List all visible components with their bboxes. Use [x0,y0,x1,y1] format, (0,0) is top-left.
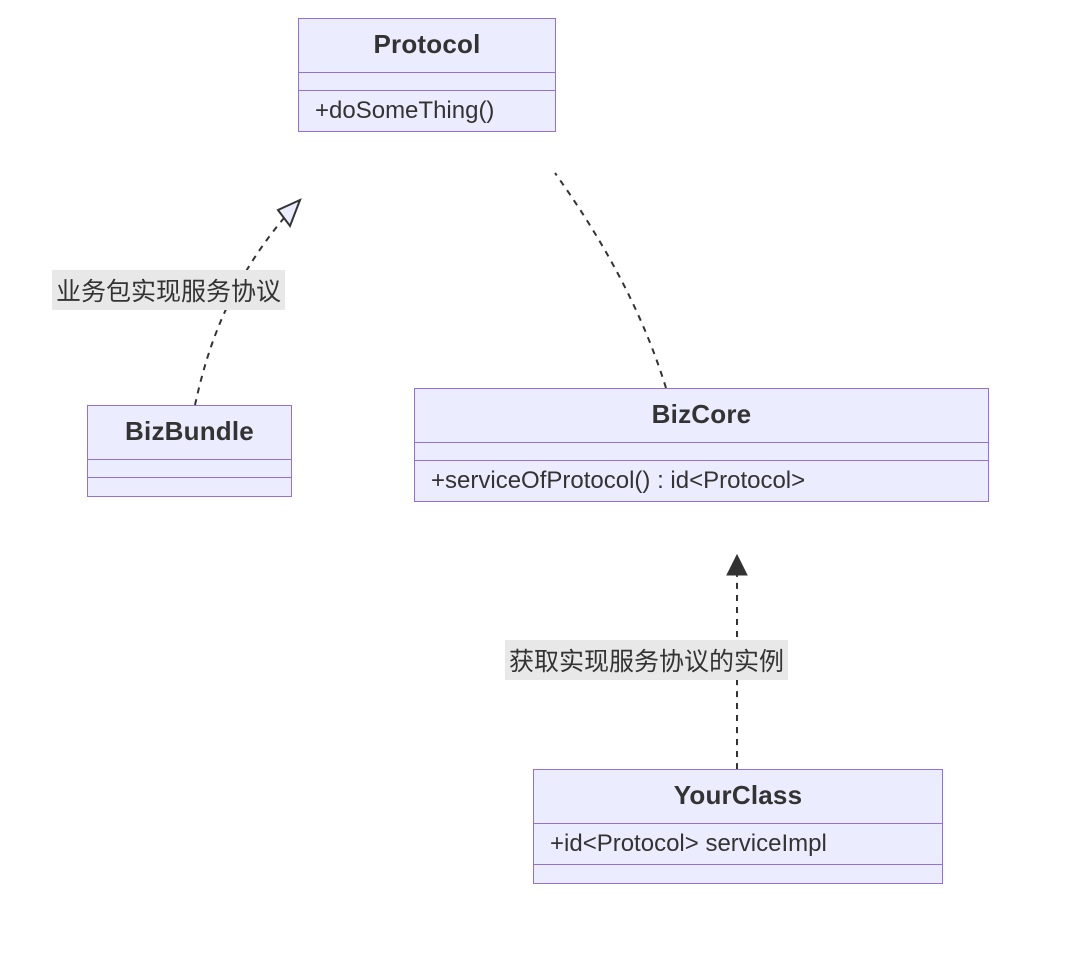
edge-label-bizbundle-protocol: 业务包实现服务协议 [52,270,285,310]
class-protocol: Protocol +doSomeThing() [298,18,556,132]
class-bizbundle: BizBundle [87,405,292,497]
class-bizcore-title: BizCore [415,389,988,443]
class-bizbundle-attrs [88,460,291,478]
arrowhead-realization [278,200,300,226]
class-protocol-attrs [299,73,555,91]
class-yourclass-title: YourClass [534,770,942,824]
class-yourclass: YourClass +id<Protocol> serviceImpl [533,769,943,884]
class-yourclass-attrs: +id<Protocol> serviceImpl [534,824,942,865]
class-bizbundle-methods [88,478,291,496]
class-bizcore: BizCore +serviceOfProtocol() : id<Protoc… [414,388,989,502]
arrowhead-dependency [727,555,747,575]
class-protocol-title: Protocol [299,19,555,73]
class-bizcore-attrs [415,443,988,461]
class-bizcore-methods: +serviceOfProtocol() : id<Protocol> [415,461,988,501]
edge-bizcore-protocol [555,173,666,388]
class-protocol-methods: +doSomeThing() [299,91,555,131]
class-yourclass-methods [534,865,942,883]
edge-label-yourclass-bizcore: 获取实现服务协议的实例 [505,640,788,680]
class-bizbundle-title: BizBundle [88,406,291,460]
